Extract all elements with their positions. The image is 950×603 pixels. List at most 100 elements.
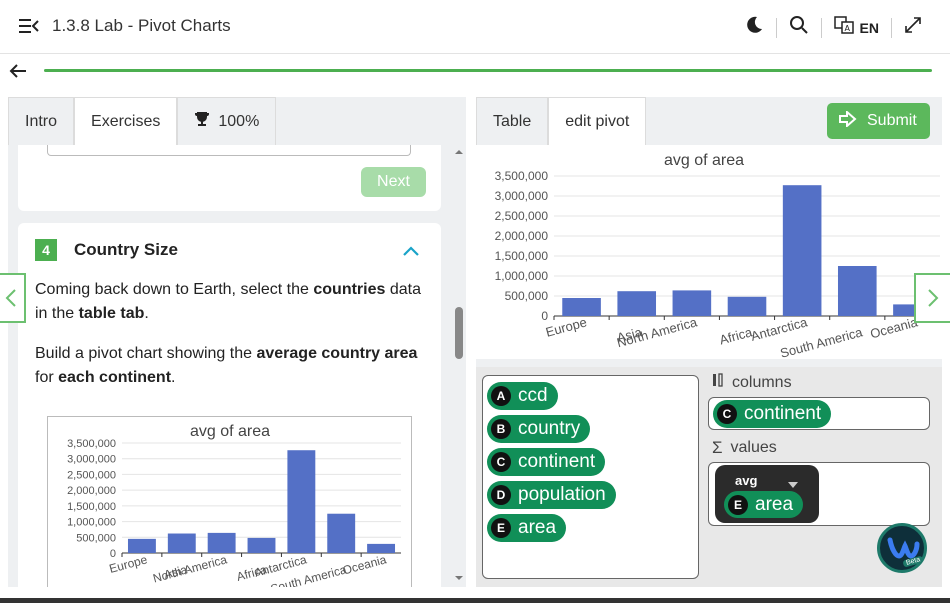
field-pill-population[interactable]: Dpopulation [487,481,616,509]
bar-oceania [367,543,396,553]
scrollbar-thumb[interactable] [455,307,463,359]
x-tick-label: Oceania [869,314,920,341]
submit-icon [839,109,857,132]
next-button[interactable]: Next [361,167,426,197]
columns-dropzone[interactable]: C continent [708,397,930,430]
field-name: ccd [518,385,548,406]
text-bold: table tab [78,305,145,322]
field-letter: E [491,518,511,538]
bar-africa [727,296,767,316]
fullscreen-icon[interactable] [904,16,922,39]
bar-south-america [327,513,356,553]
search-icon[interactable] [789,15,809,40]
submit-button[interactable]: Submit [827,103,930,139]
bar-south-america [837,266,877,316]
tab-table[interactable]: Table [476,97,549,145]
lab-title: 1.3.8 Lab - Pivot Charts [52,16,231,35]
value-field-pill[interactable]: E area [724,491,804,518]
y-tick-label: 1,500,000 [495,249,549,263]
tab-label: Exercises [91,112,161,130]
field-letter: D [491,485,511,505]
instructions-scroll[interactable]: Next 4 Country Size Coming back down to … [8,145,452,587]
divider [775,17,777,38]
field-letter: A [491,386,511,406]
y-tick-label: 1,000,000 [67,517,116,529]
text: Coming back down to Earth, select the [35,281,314,298]
field-letter: C [491,452,511,472]
pivot-editor: Accd Bcountry Ccontinent Dpopulation Earea c… [476,367,942,587]
instruction-text: Coming back down to Earth, select the co… [35,278,430,326]
aggregate-select[interactable]: avg [735,473,757,488]
step-card: 4 Country Size Coming back down to Earth… [18,223,441,587]
y-tick-label: 2,000,000 [67,485,116,497]
text: Build a pivot chart showing the [35,345,257,362]
field-pill-continent[interactable]: Ccontinent [487,448,606,476]
field-pill-country[interactable]: Bcountry [487,415,591,443]
dark-mode-icon[interactable] [744,15,764,40]
bar-europe [127,538,156,553]
bar-north-america [672,290,712,316]
text: . [171,369,176,386]
language-label[interactable]: EN [860,20,879,36]
tab-label: 100% [218,112,260,130]
instructions-panel: Intro Exercises 100% Next 4 Country Size… [8,97,466,587]
chevron-up-icon[interactable] [403,243,419,261]
top-bar: 1.3.8 Lab - Pivot Charts A EN [0,0,950,54]
field-name: area [518,517,557,538]
tab-label: Intro [25,112,58,130]
bar-asia [167,533,196,553]
text: . [144,305,149,322]
field-letter: E [728,494,748,515]
example-chart: avg of area 0 500,000 1,000,000 1,500,000 2,0… [47,416,412,587]
trophy-icon [194,111,210,132]
values-label: values [730,439,777,456]
back-arrow-icon[interactable] [8,61,28,86]
field-name: continent [518,451,596,472]
pivot-chart-svg: avg of area 0 500,000 1,000,000 1,500,000 2,0… [495,152,940,361]
answer-input[interactable] [47,145,411,156]
bar-antarctica [782,185,822,316]
example-chart-svg: avg of area 0 500,000 1,000,000 1,500,000 2,0… [67,423,401,587]
values-header: Σ values [712,438,777,458]
field-list: Accd Bcountry Ccontinent Dpopulation Earea [482,375,699,579]
y-tick-label: 2,000,000 [495,229,549,243]
tab-edit-pivot[interactable]: edit pivot [548,97,647,145]
field-pill-area[interactable]: Earea [487,514,567,542]
values-dropzone[interactable]: avg E area [708,462,930,526]
divider [891,17,892,38]
field-pill-ccd[interactable]: Accd [487,382,558,410]
y-tick-label: 3,500,000 [495,169,549,183]
y-tick-label: 3,000,000 [67,454,116,466]
y-tick-label: 1,500,000 [67,501,116,513]
pivot-chart: avg of area 0 500,000 1,000,000 1,500,000 2,0… [476,145,942,361]
translate-icon[interactable]: A [833,15,854,40]
field-name: continent [744,403,822,424]
tab-exercises[interactable]: Exercises [74,97,178,145]
submit-label: Submit [867,112,917,129]
column-field-pill[interactable]: C continent [713,400,832,428]
progress-bar [44,69,932,72]
text-bold: each continent [58,369,172,386]
menu-collapse-icon[interactable] [19,18,39,39]
instruction-text: Build a pivot chart showing the average … [35,342,430,390]
sigma-icon: Σ [712,438,723,457]
x-tick-label: Oceania [341,552,388,577]
next-arrow[interactable] [914,273,950,323]
scrollbar[interactable] [452,145,466,587]
step-title: Country Size [74,240,178,259]
prev-arrow[interactable] [0,273,26,323]
svg-text:A: A [844,24,850,33]
assistant-avatar[interactable]: Beta [877,523,927,573]
previous-step-card: Next [18,145,441,211]
text-bold: countries [313,281,386,298]
tab-score[interactable]: 100% [177,97,277,145]
y-tick-label: 0 [110,548,116,560]
y-tick-label: 1,000,000 [495,269,549,283]
chart-title: avg of area [190,423,270,440]
chevron-right-icon [928,289,939,307]
y-tick-label: 2,500,000 [67,469,116,481]
tab-intro[interactable]: Intro [8,97,75,145]
y-tick-label: 500,000 [505,289,549,303]
bar-africa [247,537,276,553]
chart-title: avg of area [664,152,744,169]
